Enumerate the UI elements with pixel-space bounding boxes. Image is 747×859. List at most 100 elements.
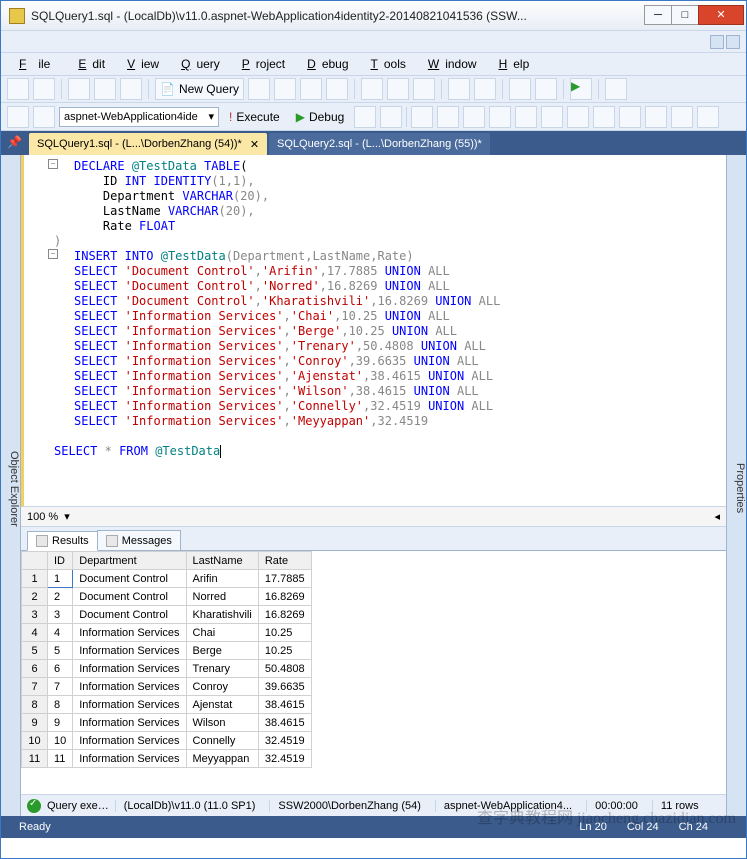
toolbar-button[interactable] — [274, 78, 296, 100]
database-dropdown[interactable]: aspnet-WebApplication4ide▾ — [59, 107, 219, 127]
cell[interactable]: 2 — [48, 588, 73, 606]
cell[interactable]: Information Services — [73, 624, 186, 642]
toolbar-button[interactable] — [619, 106, 641, 128]
table-row[interactable]: 99Information ServicesWilson38.4615 — [22, 714, 312, 732]
toolbar-button[interactable] — [697, 106, 719, 128]
disconnect-button[interactable] — [33, 106, 55, 128]
cell[interactable]: 4 — [48, 624, 73, 642]
cell[interactable]: 16.8269 — [258, 606, 311, 624]
toolbar-button[interactable] — [593, 106, 615, 128]
tab-sqlquery1[interactable]: SQLQuery1.sql - (L...\DorbenZhang (54))*… — [29, 133, 267, 155]
minimize-button[interactable]: ─ — [644, 5, 672, 25]
cell[interactable]: Kharatishvili — [186, 606, 258, 624]
tab-messages[interactable]: Messages — [97, 530, 181, 550]
toolbar-button[interactable] — [541, 106, 563, 128]
quick-launch-button[interactable] — [710, 35, 724, 49]
table-row[interactable]: 88Information ServicesAjenstat38.4615 — [22, 696, 312, 714]
chevron-down-icon[interactable]: ▾ — [64, 510, 70, 523]
toolbar-button[interactable] — [645, 106, 667, 128]
cell[interactable]: Berge — [186, 642, 258, 660]
toolbar-button[interactable] — [509, 78, 531, 100]
cell[interactable]: Wilson — [186, 714, 258, 732]
sql-editor[interactable]: − − DECLARE @TestData TABLE( ID INT IDEN… — [21, 155, 726, 507]
cell[interactable]: Trenary — [186, 660, 258, 678]
folder-button[interactable] — [94, 78, 116, 100]
cell[interactable]: 6 — [22, 660, 48, 678]
cell[interactable]: Document Control — [73, 588, 186, 606]
cell[interactable]: 10 — [22, 732, 48, 750]
table-row[interactable]: 55Information ServicesBerge10.25 — [22, 642, 312, 660]
new-query-button[interactable]: 📄 New Query — [155, 78, 244, 100]
close-button[interactable]: ✕ — [698, 5, 744, 25]
toolbar-button[interactable] — [605, 78, 627, 100]
table-row[interactable]: 33Document ControlKharatishvili16.8269 — [22, 606, 312, 624]
cell[interactable]: 11 — [22, 750, 48, 768]
column-header[interactable]: LastName — [186, 552, 258, 570]
cell[interactable]: Information Services — [73, 642, 186, 660]
close-tab-icon[interactable]: ✕ — [250, 138, 259, 151]
cut-button[interactable] — [361, 78, 383, 100]
cell[interactable]: 11 — [48, 750, 73, 768]
toolbar-button[interactable] — [248, 78, 270, 100]
cell[interactable]: Norred — [186, 588, 258, 606]
tab-results[interactable]: Results — [27, 531, 98, 551]
cell[interactable]: 7 — [48, 678, 73, 696]
table-row[interactable]: 22Document ControlNorred16.8269 — [22, 588, 312, 606]
toolbar-button[interactable] — [463, 106, 485, 128]
menu-debug[interactable]: Debug — [295, 55, 354, 73]
paste-button[interactable] — [413, 78, 435, 100]
table-row[interactable]: 1010Information ServicesConnelly32.4519 — [22, 732, 312, 750]
menu-query[interactable]: Query — [169, 55, 226, 73]
toolbar-button[interactable] — [515, 106, 537, 128]
fold-icon[interactable]: − — [48, 249, 58, 259]
cell[interactable]: 38.4615 — [258, 696, 311, 714]
menu-edit[interactable]: Edit — [66, 55, 111, 73]
cell[interactable]: 1 — [48, 570, 73, 588]
cell[interactable]: Conroy — [186, 678, 258, 696]
cell[interactable]: 7 — [22, 678, 48, 696]
table-row[interactable]: 77Information ServicesConroy39.6635 — [22, 678, 312, 696]
cell[interactable]: 1 — [22, 570, 48, 588]
scroll-left-icon[interactable]: ◂ — [714, 510, 720, 523]
table-row[interactable]: 11Document ControlArifin17.7885 — [22, 570, 312, 588]
cell[interactable]: 10.25 — [258, 624, 311, 642]
cell[interactable]: Arifin — [186, 570, 258, 588]
cell[interactable]: 5 — [48, 642, 73, 660]
cell[interactable]: Document Control — [73, 570, 186, 588]
column-header[interactable] — [22, 552, 48, 570]
properties-tab[interactable]: Properties — [726, 155, 746, 816]
cell[interactable]: 3 — [48, 606, 73, 624]
parse-button[interactable] — [380, 106, 402, 128]
run-button[interactable]: ▶ — [570, 78, 592, 100]
debug-button[interactable]: ▶Debug — [290, 106, 351, 128]
column-header[interactable]: Department — [73, 552, 186, 570]
toolbar-button[interactable] — [535, 78, 557, 100]
cell[interactable]: 10.25 — [258, 642, 311, 660]
menu-project[interactable]: Project — [230, 55, 291, 73]
cell[interactable]: Document Control — [73, 606, 186, 624]
table-row[interactable]: 1111Information ServicesMeyyappan32.4519 — [22, 750, 312, 768]
toolbar-button[interactable] — [411, 106, 433, 128]
table-row[interactable]: 66Information ServicesTrenary50.4808 — [22, 660, 312, 678]
toolbar-button[interactable] — [437, 106, 459, 128]
open-file-button[interactable] — [68, 78, 90, 100]
navigate-fwd-button[interactable] — [33, 78, 55, 100]
cell[interactable]: Ajenstat — [186, 696, 258, 714]
table-row[interactable]: 44Information ServicesChai10.25 — [22, 624, 312, 642]
cell[interactable]: 5 — [22, 642, 48, 660]
connect-button[interactable] — [7, 106, 29, 128]
cell[interactable]: Information Services — [73, 714, 186, 732]
column-header[interactable]: Rate — [258, 552, 311, 570]
cell[interactable]: 39.6635 — [258, 678, 311, 696]
cell[interactable]: 17.7885 — [258, 570, 311, 588]
redo-button[interactable] — [474, 78, 496, 100]
cell[interactable]: 8 — [22, 696, 48, 714]
cell[interactable]: Information Services — [73, 696, 186, 714]
cell[interactable]: 6 — [48, 660, 73, 678]
cell[interactable]: Information Services — [73, 660, 186, 678]
execute-button[interactable]: !Execute — [223, 106, 286, 128]
zoom-level[interactable]: 100 % — [27, 511, 58, 523]
cell[interactable]: 9 — [48, 714, 73, 732]
cell[interactable]: Information Services — [73, 678, 186, 696]
tab-sqlquery2[interactable]: SQLQuery2.sql - (L...\DorbenZhang (55))* — [269, 133, 490, 155]
